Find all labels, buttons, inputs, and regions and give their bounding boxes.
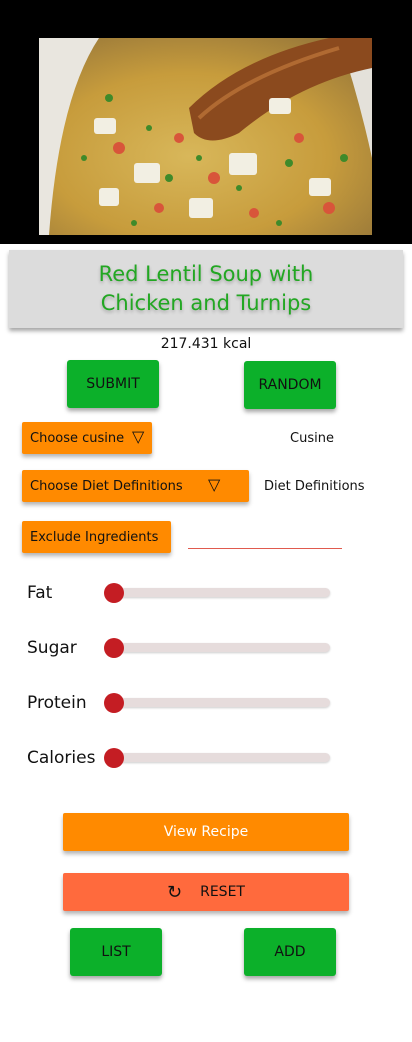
sugar-slider[interactable] <box>110 643 330 652</box>
diet-value: Diet Definitions <box>264 479 365 494</box>
calories-slider[interactable] <box>110 753 330 762</box>
protein-label: Protein <box>27 693 87 713</box>
exclude-input-underline <box>188 548 342 549</box>
exclude-ingredients-input[interactable] <box>188 528 342 546</box>
reset-button[interactable]: ↻ RESET <box>63 873 349 911</box>
recipe-title-card: Red Lentil Soup with Chicken and Turnips <box>9 250 403 328</box>
cuisine-dropdown-label: Choose cusine <box>30 430 125 446</box>
sugar-slider-thumb[interactable] <box>104 638 124 658</box>
list-button[interactable]: LIST <box>70 928 162 976</box>
protein-slider-thumb[interactable] <box>104 693 124 713</box>
cuisine-dropdown[interactable]: Choose cusine ▽ <box>22 422 152 454</box>
diet-dropdown-label: Choose Diet Definitions <box>30 478 183 494</box>
calories-slider-thumb[interactable] <box>104 748 124 768</box>
view-recipe-button[interactable]: View Recipe <box>63 813 349 851</box>
reset-label: RESET <box>200 884 245 900</box>
diet-dropdown[interactable]: Choose Diet Definitions ▽ <box>22 470 249 502</box>
chevron-down-icon: ▽ <box>208 475 221 494</box>
add-button[interactable]: ADD <box>244 928 336 976</box>
submit-button[interactable]: SUBMIT <box>67 360 159 408</box>
chevron-down-icon: ▽ <box>132 427 145 446</box>
sugar-label: Sugar <box>27 638 77 658</box>
fat-slider[interactable] <box>110 588 330 597</box>
exclude-ingredients-button[interactable]: Exclude Ingredients <box>22 521 171 553</box>
calories-readout: 217.431 kcal <box>160 336 252 352</box>
exclude-ingredients-label: Exclude Ingredients <box>30 529 159 545</box>
calories-label: Calories <box>27 748 96 768</box>
recipe-photo <box>39 38 372 235</box>
fat-slider-thumb[interactable] <box>104 583 124 603</box>
fat-label: Fat <box>27 583 53 603</box>
recipe-title: Red Lentil Soup with Chicken and Turnips <box>98 262 314 315</box>
random-button[interactable]: RANDOM <box>244 361 336 409</box>
refresh-icon: ↻ <box>167 881 183 903</box>
cuisine-value: Cusine <box>290 431 334 446</box>
protein-slider[interactable] <box>110 698 330 707</box>
